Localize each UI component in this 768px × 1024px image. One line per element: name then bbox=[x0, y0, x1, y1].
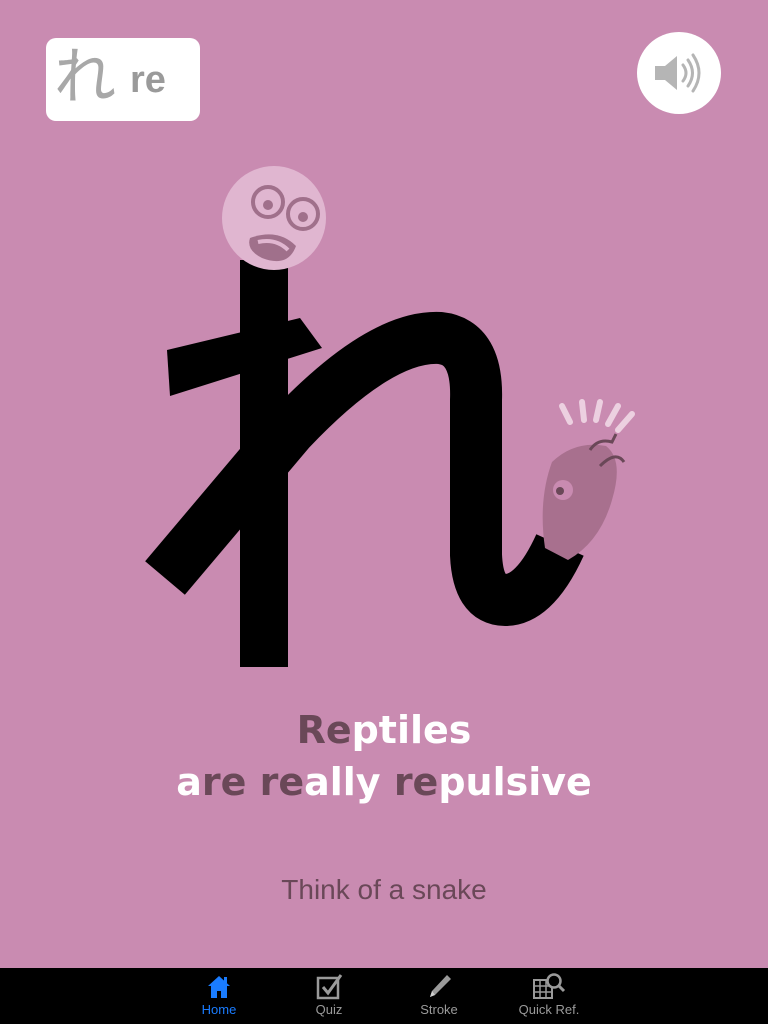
mnemonic-part: pulsive bbox=[438, 760, 592, 804]
tab-quiz[interactable]: Quiz bbox=[274, 968, 384, 1024]
kana-illustration bbox=[145, 166, 635, 667]
mnemonic-part: re bbox=[201, 760, 247, 804]
romaji-label: re bbox=[130, 58, 166, 101]
tab-stroke[interactable]: Stroke bbox=[384, 968, 494, 1024]
mnemonic-part: Re bbox=[296, 708, 352, 752]
tab-label: Quiz bbox=[315, 1002, 343, 1017]
mnemonic-part: ally bbox=[304, 760, 394, 804]
kana-card: れ re bbox=[46, 38, 200, 121]
mnemonic-part: a bbox=[176, 760, 202, 804]
mnemonic-part: re bbox=[393, 760, 439, 804]
mnemonic-line-1: Reptiles bbox=[0, 704, 768, 756]
mnemonic-line-2: are really repulsive bbox=[0, 756, 768, 808]
checkbox-icon bbox=[316, 974, 343, 1000]
tab-bar: Home Quiz Stroke Quick Ref. bbox=[0, 968, 768, 1024]
home-icon bbox=[208, 976, 230, 998]
mnemonic-part: re bbox=[259, 760, 305, 804]
speaker-icon bbox=[655, 53, 701, 93]
snake-head-icon bbox=[542, 399, 635, 560]
tab-label: Quick Ref. bbox=[518, 1002, 580, 1017]
tab-home[interactable]: Home bbox=[164, 968, 274, 1024]
tab-quick-ref[interactable]: Quick Ref. bbox=[494, 968, 604, 1024]
mnemonic-text: Reptiles are really repulsive bbox=[0, 704, 768, 808]
mnemonic-part bbox=[246, 760, 259, 804]
play-sound-button[interactable] bbox=[637, 32, 721, 114]
pencil-icon bbox=[430, 975, 451, 997]
scared-face-icon bbox=[222, 166, 326, 270]
mnemonic-part: ptiles bbox=[351, 708, 472, 752]
tab-label: Home bbox=[201, 1002, 237, 1017]
grid-search-icon bbox=[533, 973, 566, 999]
tab-label: Stroke bbox=[420, 1002, 458, 1017]
hint-text: Think of a snake bbox=[281, 874, 487, 905]
kana-glyph: れ bbox=[54, 39, 117, 113]
